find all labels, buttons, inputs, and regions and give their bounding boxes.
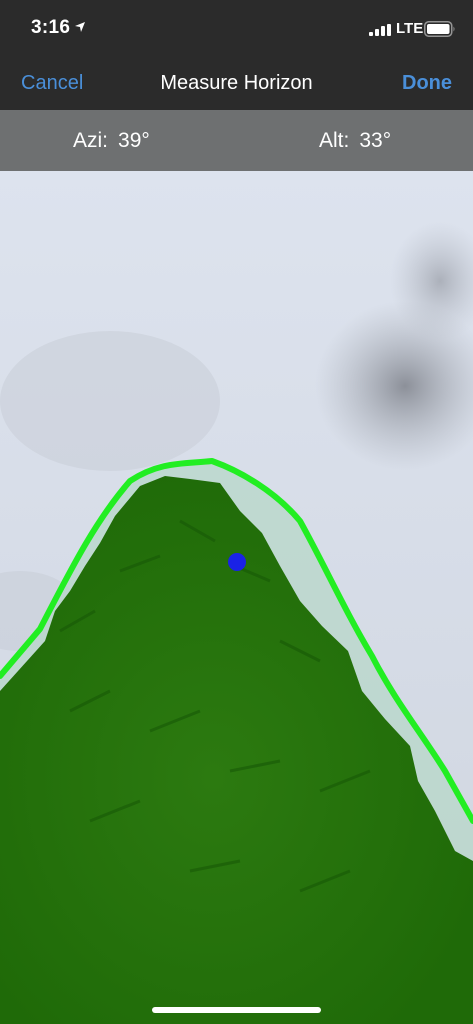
signal-bars-icon [369, 24, 391, 36]
location-arrow-icon [75, 22, 85, 32]
camera-scene [0, 171, 473, 1024]
network-type-label: LTE [396, 20, 424, 37]
altitude-label: Alt: [319, 129, 350, 152]
navigation-bar: Cancel Measure Horizon Done [0, 56, 473, 110]
azimuth-label: Azi: [73, 129, 109, 152]
status-time: 3:16 [31, 17, 71, 38]
measure-horizon-screen: 3:16 LTE Cancel Measure Horizon Done Azi… [0, 0, 473, 1024]
altitude-value: 33° [359, 129, 392, 152]
azimuth-value: 39° [118, 129, 150, 152]
camera-view[interactable] [0, 171, 473, 1024]
battery-icon [424, 21, 455, 37]
altitude-readout: Alt: 33° [319, 129, 391, 153]
sun-position-marker [228, 553, 246, 571]
azimuth-readout: Azi: 39° [73, 129, 150, 153]
status-bar: 3:16 LTE [0, 0, 473, 56]
home-indicator[interactable] [152, 1007, 321, 1013]
done-button[interactable]: Done [402, 72, 452, 95]
cloud [0, 331, 220, 471]
orientation-readout-bar: Azi: 39° Alt: 33° [0, 110, 473, 171]
